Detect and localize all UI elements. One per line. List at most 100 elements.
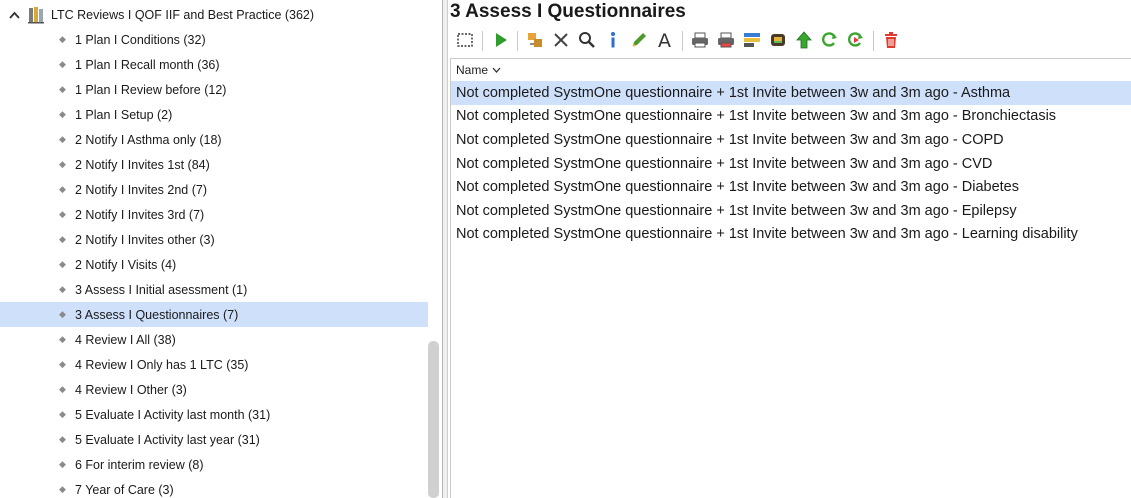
svg-text:A: A — [658, 30, 671, 50]
run-icon — [490, 30, 510, 53]
tree-bullet-icon: ◆ — [59, 59, 66, 69]
move-icon — [525, 30, 545, 53]
move-button[interactable] — [522, 28, 548, 54]
delete-x-icon — [551, 30, 571, 53]
tree-item[interactable]: ◆ 7 Year of Care (3) — [0, 477, 428, 498]
tree-item[interactable]: ◆ 2 Notify I Invites 1st (84) — [0, 152, 428, 177]
chevron-up-icon[interactable] — [8, 11, 20, 19]
tree-item-label: 4 Review I Other (3) — [75, 382, 187, 397]
info-icon — [603, 30, 623, 53]
refresh-run-button[interactable] — [843, 28, 869, 54]
column-header-name[interactable]: Name — [451, 59, 1131, 81]
tree-item-label: 2 Notify I Visits (4) — [75, 257, 177, 272]
tree-item-label: 6 For interim review (8) — [75, 457, 204, 472]
delete-x-button[interactable] — [548, 28, 574, 54]
select-all-button[interactable] — [452, 28, 478, 54]
list-item[interactable]: Not completed SystmOne questionnaire + 1… — [451, 152, 1131, 176]
tree-item[interactable]: ◆ 2 Notify I Asthma only (18) — [0, 127, 428, 152]
font-icon: A — [655, 30, 675, 53]
report-icon — [742, 30, 762, 53]
tree-item[interactable]: ◆ 3 Assess I Questionnaires (7) — [0, 302, 428, 327]
print-color-button[interactable] — [713, 28, 739, 54]
trash-button[interactable] — [878, 28, 904, 54]
content-pane: 3 Assess I Questionnaires A Name Not com… — [448, 0, 1131, 498]
tree-item[interactable]: ◆ 5 Evaluate I Activity last year (31) — [0, 427, 428, 452]
tree-item[interactable]: ◆ 4 Review I Other (3) — [0, 377, 428, 402]
tree-bullet-icon: ◆ — [59, 384, 66, 394]
list-item[interactable]: Not completed SystmOne questionnaire + 1… — [451, 105, 1131, 129]
list-item[interactable]: Not completed SystmOne questionnaire + 1… — [451, 223, 1131, 247]
tree-bullet-icon: ◆ — [59, 359, 66, 369]
tree-item[interactable]: ◆ 1 Plan I Conditions (32) — [0, 27, 428, 52]
toolbar-separator — [873, 31, 874, 51]
list-item[interactable]: Not completed SystmOne questionnaire + 1… — [451, 81, 1131, 105]
search-icon — [577, 30, 597, 53]
tree-bullet-icon: ◆ — [59, 184, 66, 194]
list-item[interactable]: Not completed SystmOne questionnaire + 1… — [451, 128, 1131, 152]
tree-item-label: 7 Year of Care (3) — [75, 482, 174, 497]
tree-item[interactable]: ◆ 1 Plan I Review before (12) — [0, 77, 428, 102]
tree-item-label: 5 Evaluate I Activity last year (31) — [75, 432, 260, 447]
tree-item[interactable]: ◆ 5 Evaluate I Activity last month (31) — [0, 402, 428, 427]
rows: Not completed SystmOne questionnaire + 1… — [451, 81, 1131, 246]
tree-item[interactable]: ◆ 2 Notify I Visits (4) — [0, 252, 428, 277]
tree-item[interactable]: ◆ 2 Notify I Invites 3rd (7) — [0, 202, 428, 227]
page-title: 3 Assess I Questionnaires — [450, 1, 686, 22]
tree-item[interactable]: ◆ 4 Review I All (38) — [0, 327, 428, 352]
tree-root-label: LTC Reviews I QOF IIF and Best Practice … — [51, 7, 315, 22]
tree-item[interactable]: ◆ 4 Review I Only has 1 LTC (35) — [0, 352, 428, 377]
edit-pen-icon — [629, 30, 649, 53]
print-button[interactable] — [687, 28, 713, 54]
tree-item-label: 2 Notify I Invites other (3) — [75, 232, 215, 247]
tree-item-label: 1 Plan I Recall month (36) — [75, 57, 220, 72]
tree-item[interactable]: ◆ 2 Notify I Invites other (3) — [0, 227, 428, 252]
toolbar-separator — [682, 31, 683, 51]
tree-bullet-icon: ◆ — [59, 309, 66, 319]
select-all-icon — [455, 30, 475, 53]
tree-bullet-icon: ◆ — [59, 109, 66, 119]
export-button[interactable] — [765, 28, 791, 54]
chevron-down-icon — [492, 67, 501, 73]
font-button[interactable]: A — [652, 28, 678, 54]
run-button[interactable] — [487, 28, 513, 54]
print-color-icon — [716, 30, 736, 53]
tree-item[interactable]: ◆ 3 Assess I Initial asessment (1) — [0, 277, 428, 302]
tree-item-label: 5 Evaluate I Activity last month (31) — [75, 407, 271, 422]
edit-pen-button[interactable] — [626, 28, 652, 54]
upload-arrow-icon — [794, 30, 814, 53]
tree-root-item[interactable]: LTC Reviews I QOF IIF and Best Practice … — [0, 2, 430, 27]
trash-icon — [881, 30, 901, 53]
tree-item[interactable]: ◆ 1 Plan I Setup (2) — [0, 102, 428, 127]
tree-bullet-icon: ◆ — [59, 234, 66, 244]
export-icon — [768, 30, 788, 53]
tree-item-label: 1 Plan I Setup (2) — [75, 107, 173, 122]
search-button[interactable] — [574, 28, 600, 54]
tree-item-label: 2 Notify I Invites 1st (84) — [75, 157, 210, 172]
tree-bullet-icon: ◆ — [59, 209, 66, 219]
tree-bullet-icon: ◆ — [59, 334, 66, 344]
tree-item[interactable]: ◆ 6 For interim review (8) — [0, 452, 428, 477]
scrollbar-thumb[interactable] — [428, 341, 439, 498]
report-button[interactable] — [739, 28, 765, 54]
tree-item[interactable]: ◆ 2 Notify I Invites 2nd (7) — [0, 177, 428, 202]
tree-pane: LTC Reviews I QOF IIF and Best Practice … — [0, 0, 442, 498]
tree-bullet-icon: ◆ — [59, 434, 66, 444]
tree-bullet-icon: ◆ — [59, 34, 66, 44]
tree-bullet-icon: ◆ — [59, 284, 66, 294]
refresh-button[interactable] — [817, 28, 843, 54]
toolbar-separator — [517, 31, 518, 51]
tree-item[interactable]: ◆ 1 Plan I Recall month (36) — [0, 52, 428, 77]
tree-list: ◆ 1 Plan I Conditions (32) ◆ 1 Plan I Recal… — [0, 27, 428, 498]
tree-item-label: 2 Notify I Invites 3rd (7) — [75, 207, 205, 222]
tree-bullet-icon: ◆ — [59, 484, 66, 494]
tree-bullet-icon: ◆ — [59, 259, 66, 269]
list-item[interactable]: Not completed SystmOne questionnaire + 1… — [451, 175, 1131, 199]
results-list: Name Not completed SystmOne questionnair… — [450, 58, 1131, 498]
tree-item-label: 1 Plan I Conditions (32) — [75, 32, 206, 47]
refresh-run-icon — [846, 30, 866, 53]
tree-item-label: 3 Assess I Questionnaires (7) — [75, 307, 239, 322]
info-button[interactable] — [600, 28, 626, 54]
tree-bullet-icon: ◆ — [59, 84, 66, 94]
upload-arrow-button[interactable] — [791, 28, 817, 54]
list-item[interactable]: Not completed SystmOne questionnaire + 1… — [451, 199, 1131, 223]
